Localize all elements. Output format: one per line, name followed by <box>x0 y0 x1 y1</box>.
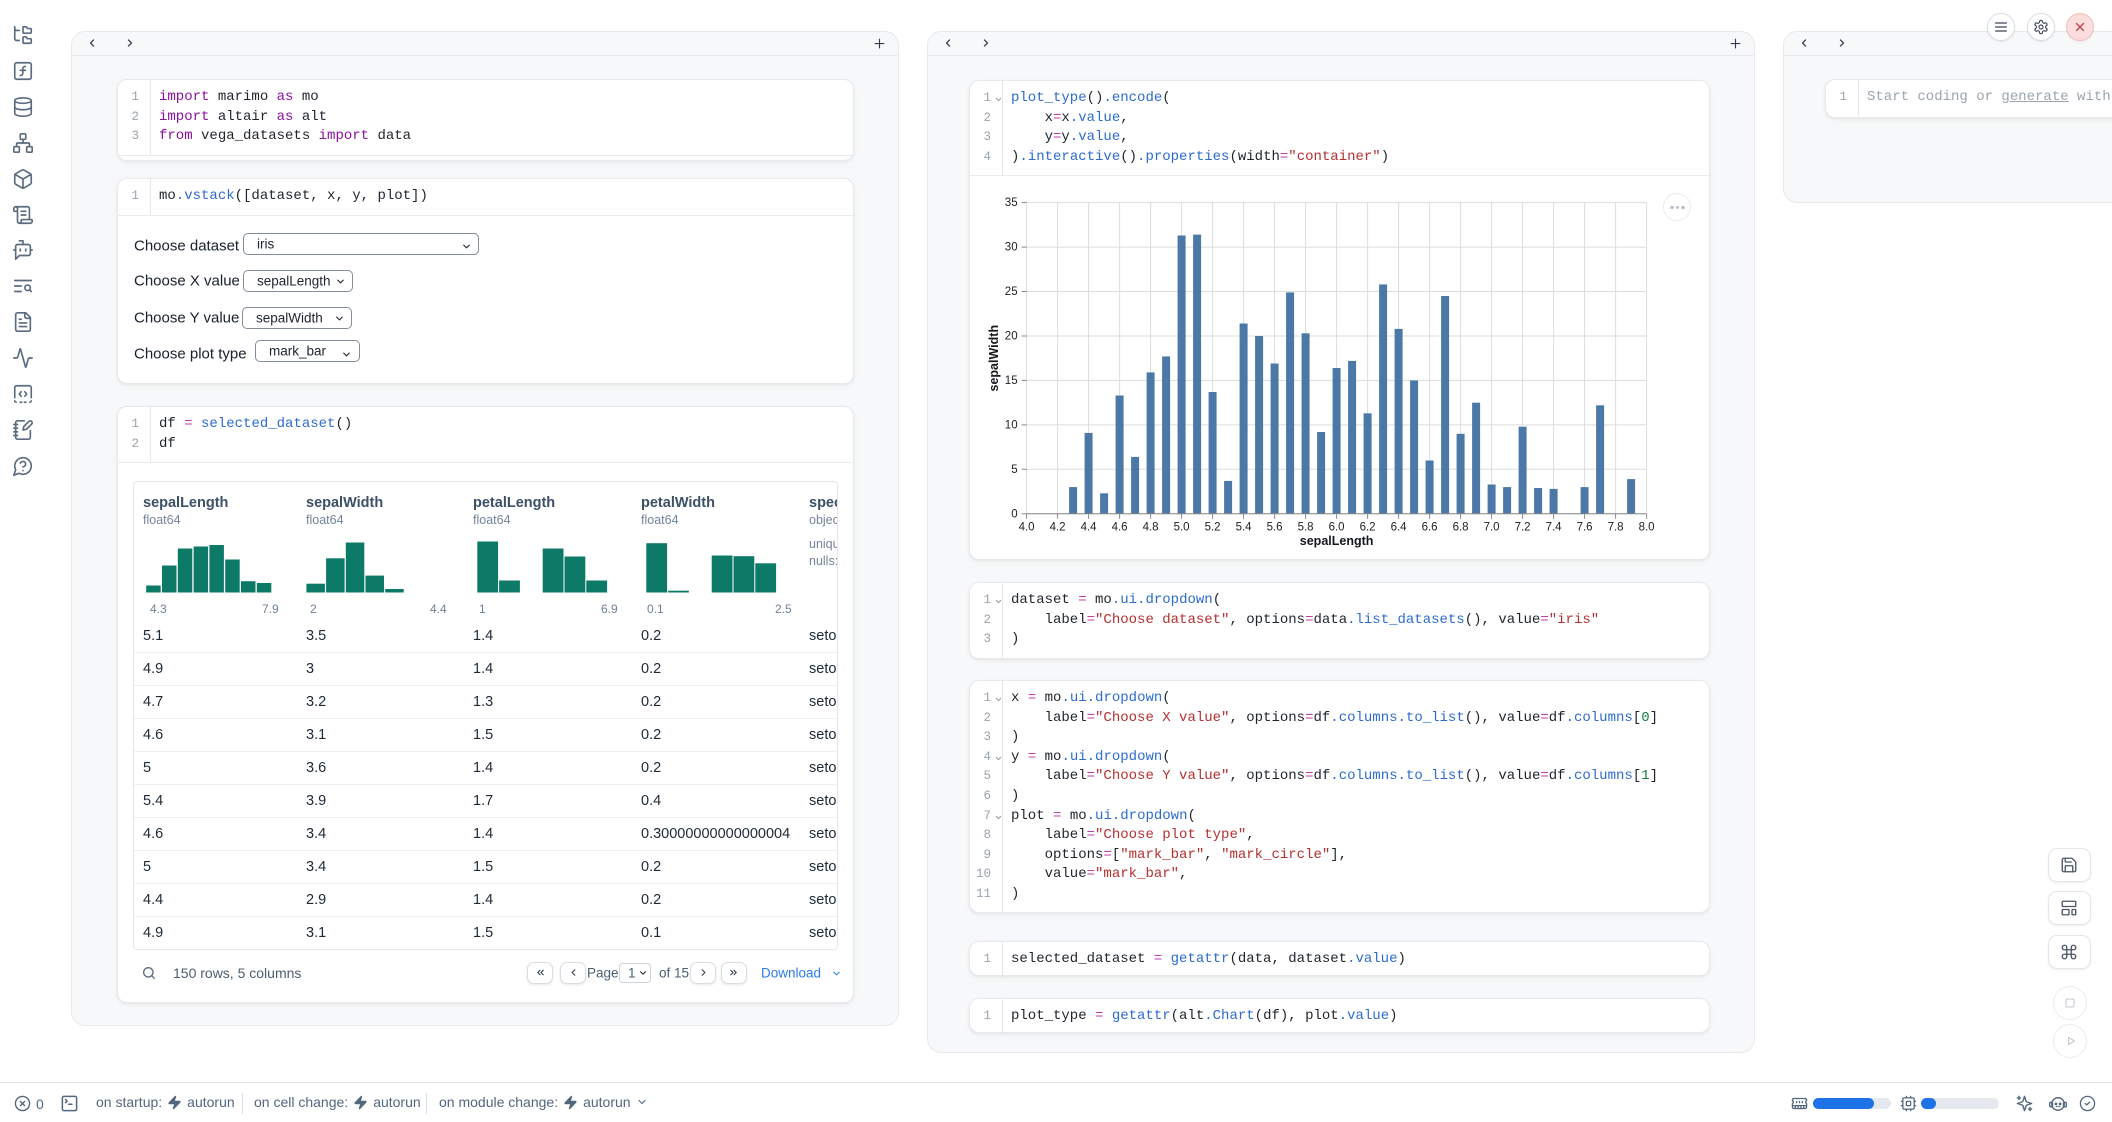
svg-text:4.4: 4.4 <box>1081 521 1098 533</box>
svg-text:4.6: 4.6 <box>1112 521 1128 533</box>
svg-text:5.2: 5.2 <box>1205 521 1221 533</box>
svg-text:6.2: 6.2 <box>1360 521 1376 533</box>
svg-text:7.6: 7.6 <box>1577 521 1593 533</box>
svg-text:35: 35 <box>1005 197 1018 209</box>
svg-text:10: 10 <box>1005 419 1018 431</box>
svg-text:6.0: 6.0 <box>1329 521 1345 533</box>
svg-text:7.4: 7.4 <box>1546 521 1563 533</box>
svg-text:5.4: 5.4 <box>1236 521 1253 533</box>
svg-text:4.0: 4.0 <box>1019 521 1035 533</box>
svg-text:5.6: 5.6 <box>1267 521 1283 533</box>
svg-text:sepalLength: sepalLength <box>1300 534 1374 548</box>
svg-text:25: 25 <box>1005 286 1018 298</box>
svg-text:5.8: 5.8 <box>1298 521 1314 533</box>
svg-text:20: 20 <box>1005 331 1018 343</box>
svg-text:7.0: 7.0 <box>1484 521 1500 533</box>
svg-text:7.2: 7.2 <box>1515 521 1531 533</box>
svg-text:sepalWidth: sepalWidth <box>987 325 1001 392</box>
svg-text:5: 5 <box>1011 464 1017 476</box>
svg-text:0: 0 <box>1011 508 1017 520</box>
svg-text:15: 15 <box>1005 375 1018 387</box>
svg-text:7.8: 7.8 <box>1608 521 1624 533</box>
svg-text:4.2: 4.2 <box>1050 521 1066 533</box>
svg-text:4.8: 4.8 <box>1143 521 1159 533</box>
svg-text:30: 30 <box>1005 242 1018 254</box>
svg-text:6.8: 6.8 <box>1453 521 1469 533</box>
svg-text:5.0: 5.0 <box>1174 521 1190 533</box>
svg-text:6.4: 6.4 <box>1391 521 1408 533</box>
svg-text:8.0: 8.0 <box>1639 521 1655 533</box>
svg-text:6.6: 6.6 <box>1422 521 1438 533</box>
